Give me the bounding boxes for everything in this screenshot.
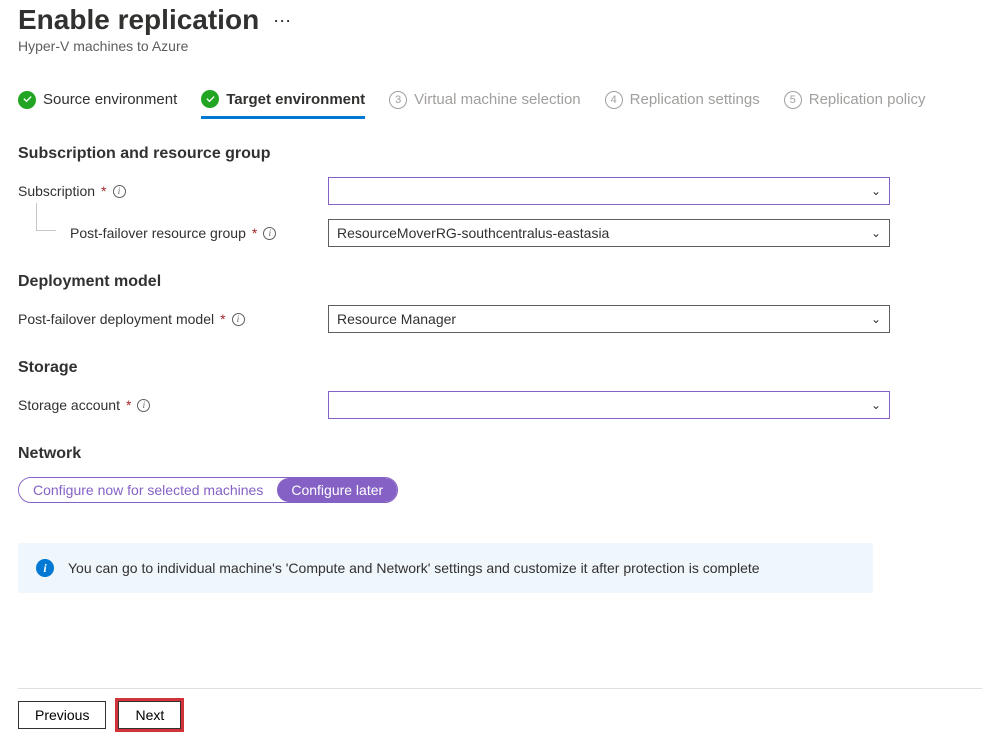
required-indicator: * (126, 397, 131, 413)
wizard-stepper: Source environment Target environment 3 … (18, 90, 982, 119)
section-heading-storage: Storage (18, 359, 982, 377)
wizard-footer: Previous Next (18, 688, 982, 729)
checkmark-icon (18, 91, 36, 109)
chevron-down-icon: ⌄ (871, 398, 881, 412)
required-indicator: * (252, 225, 257, 241)
chevron-down-icon: ⌄ (871, 312, 881, 326)
info-icon[interactable]: i (137, 399, 150, 412)
step-vm-selection[interactable]: 3 Virtual machine selection (389, 90, 580, 117)
section-heading-deployment: Deployment model (18, 273, 982, 291)
deployment-model-select[interactable]: Resource Manager ⌄ (328, 305, 890, 333)
info-icon: i (36, 559, 54, 577)
more-icon[interactable]: ⋯ (273, 11, 293, 32)
info-banner: i You can go to individual machine's 'Co… (18, 543, 873, 593)
step-replication-policy[interactable]: 5 Replication policy (784, 90, 926, 117)
previous-button[interactable]: Previous (18, 701, 106, 729)
label-deployment-model: Post-failover deployment model (18, 311, 214, 327)
required-indicator: * (220, 311, 225, 327)
step-replication-settings[interactable]: 4 Replication settings (605, 90, 760, 117)
section-heading-subscription: Subscription and resource group (18, 145, 982, 163)
toggle-configure-later[interactable]: Configure later (277, 478, 397, 502)
tree-connector (36, 203, 56, 231)
step-source-environment[interactable]: Source environment (18, 90, 177, 117)
step-label: Replication policy (809, 91, 926, 108)
step-label: Target environment (226, 91, 365, 108)
page-title: Enable replication (18, 4, 259, 36)
info-icon[interactable]: i (232, 313, 245, 326)
toggle-configure-now[interactable]: Configure now for selected machines (19, 478, 277, 502)
label-subscription: Subscription (18, 183, 95, 199)
section-heading-network: Network (18, 445, 982, 463)
network-configure-toggle: Configure now for selected machines Conf… (18, 477, 398, 503)
chevron-down-icon: ⌄ (871, 184, 881, 198)
info-icon[interactable]: i (263, 227, 276, 240)
postfailover-rg-select[interactable]: ResourceMoverRG-southcentralus-eastasia … (328, 219, 890, 247)
label-postfailover-rg: Post-failover resource group (70, 225, 246, 241)
step-number-icon: 3 (389, 91, 407, 109)
required-indicator: * (101, 183, 106, 199)
step-number-icon: 4 (605, 91, 623, 109)
subscription-select[interactable]: ⌄ (328, 177, 890, 205)
step-label: Virtual machine selection (414, 91, 580, 108)
next-button[interactable]: Next (118, 701, 181, 729)
step-number-icon: 5 (784, 91, 802, 109)
storage-account-select[interactable]: ⌄ (328, 391, 890, 419)
info-banner-text: You can go to individual machine's 'Comp… (68, 560, 760, 576)
step-label: Source environment (43, 91, 177, 108)
label-storage-account: Storage account (18, 397, 120, 413)
select-value: Resource Manager (337, 311, 456, 327)
chevron-down-icon: ⌄ (871, 226, 881, 240)
info-icon[interactable]: i (113, 185, 126, 198)
step-label: Replication settings (630, 91, 760, 108)
select-value: ResourceMoverRG-southcentralus-eastasia (337, 225, 609, 241)
step-target-environment[interactable]: Target environment (201, 90, 365, 119)
page-subtitle: Hyper-V machines to Azure (18, 38, 982, 54)
checkmark-icon (201, 90, 219, 108)
